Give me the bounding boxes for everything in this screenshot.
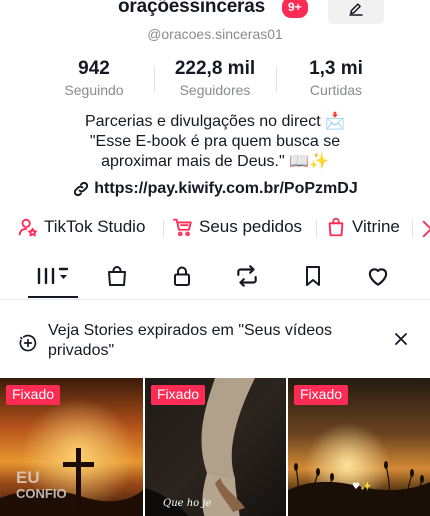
stat-following-value: 942 bbox=[78, 58, 110, 79]
link-icon bbox=[74, 181, 89, 197]
repost-icon bbox=[237, 265, 257, 287]
stories-banner-text: Veja Stories expirados em "Seus vídeos p… bbox=[48, 322, 333, 359]
stat-followers-label: Seguidores bbox=[179, 82, 251, 98]
tiktok-studio-button[interactable]: TikTok Studio bbox=[17, 216, 145, 238]
bio-line: Parcerias e divulgações no direct 📩 bbox=[84, 113, 346, 130]
stat-followers[interactable]: 222,8 mil Seguidores bbox=[160, 58, 270, 99]
stat-likes[interactable]: 1,3 mi Curtidas bbox=[281, 58, 391, 99]
tab-liked[interactable] bbox=[353, 258, 403, 294]
content-tabs bbox=[0, 258, 430, 300]
shortcut-divider bbox=[412, 220, 413, 238]
bookmark-icon bbox=[306, 266, 320, 286]
tab-private[interactable] bbox=[157, 258, 207, 294]
pencil-icon bbox=[349, 3, 363, 16]
shop-bag-icon bbox=[108, 266, 126, 286]
stat-likes-value: 1,3 mi bbox=[309, 58, 363, 79]
edit-profile-button[interactable] bbox=[328, 0, 384, 24]
shortcut-divider bbox=[316, 220, 317, 238]
notification-badge[interactable]: 9+ bbox=[282, 0, 308, 18]
video-overlay-text: CONFIO bbox=[16, 486, 67, 501]
video-caption: Que ho je bbox=[163, 498, 212, 509]
tab-reposts[interactable] bbox=[222, 258, 272, 294]
stat-divider bbox=[154, 66, 155, 92]
shopping-bag-icon bbox=[328, 217, 344, 237]
pinned-badge: Fixado bbox=[6, 385, 61, 405]
profile-bio: Parcerias e divulgações no direct 📩 "Ess… bbox=[0, 112, 430, 172]
profile-username: oraçõessinceras bbox=[118, 0, 265, 17]
tab-shop[interactable] bbox=[92, 258, 142, 294]
shortcut-divider bbox=[163, 220, 164, 238]
shortcut-label: Vitrine bbox=[352, 217, 400, 236]
stories-add-icon bbox=[19, 334, 37, 352]
shopping-cart-icon bbox=[172, 218, 192, 237]
active-tab-indicator bbox=[28, 296, 78, 298]
videos-grid-icon bbox=[37, 267, 69, 285]
bio-line: aproximar mais de Deus." 📖✨ bbox=[101, 153, 329, 170]
profile-handle: @oracoes.sinceras01 bbox=[147, 26, 283, 42]
bio-line: "Esse E-book é pra quem busca se bbox=[89, 133, 341, 150]
video-caption: ♥✨ bbox=[352, 482, 372, 492]
tab-saved[interactable] bbox=[288, 258, 338, 294]
creator-studio-icon bbox=[18, 218, 37, 237]
shortcut-label: Seus pedidos bbox=[199, 217, 303, 236]
tab-videos[interactable] bbox=[28, 258, 78, 294]
stat-divider bbox=[276, 66, 277, 92]
video-thumbnail[interactable]: Fixado ♥✨ bbox=[288, 378, 430, 516]
video-overlay-text: EU bbox=[16, 468, 40, 487]
showcase-button[interactable]: Vitrine bbox=[325, 216, 400, 238]
partial-shortcut-icon[interactable] bbox=[420, 218, 430, 240]
stat-likes-label: Curtidas bbox=[309, 82, 363, 98]
stat-following[interactable]: 942 Seguindo bbox=[39, 58, 149, 99]
profile-shortcuts: TikTok Studio Seus pedidos Vitrine bbox=[0, 216, 430, 242]
video-grid: Fixado EU CONFIO Fixado Que ho je Fixado… bbox=[0, 378, 430, 516]
close-icon[interactable] bbox=[393, 331, 409, 347]
profile-stats: 942 Seguindo 222,8 mil Seguidores 1,3 mi… bbox=[0, 58, 430, 102]
stat-following-label: Seguindo bbox=[64, 82, 124, 98]
stat-followers-value: 222,8 mil bbox=[174, 58, 256, 79]
my-orders-button[interactable]: Seus pedidos bbox=[172, 216, 302, 238]
profile-link-text: https://pay.kiwify.com.br/PoPzmDJ bbox=[94, 180, 358, 197]
pinned-badge: Fixado bbox=[151, 385, 206, 405]
heart-icon bbox=[368, 268, 388, 286]
pinned-badge: Fixado bbox=[294, 385, 349, 405]
profile-link[interactable]: https://pay.kiwify.com.br/PoPzmDJ bbox=[0, 180, 430, 198]
video-thumbnail[interactable]: Fixado EU CONFIO bbox=[0, 378, 143, 516]
lock-icon bbox=[174, 266, 190, 286]
profile-header: oraçõessinceras 9+ @oracoes.sinceras01 bbox=[0, 0, 430, 50]
video-thumbnail[interactable]: Fixado Que ho je bbox=[145, 378, 286, 516]
shortcut-label: TikTok Studio bbox=[44, 217, 146, 236]
expired-stories-banner[interactable]: Veja Stories expirados em "Seus vídeos p… bbox=[0, 306, 430, 372]
